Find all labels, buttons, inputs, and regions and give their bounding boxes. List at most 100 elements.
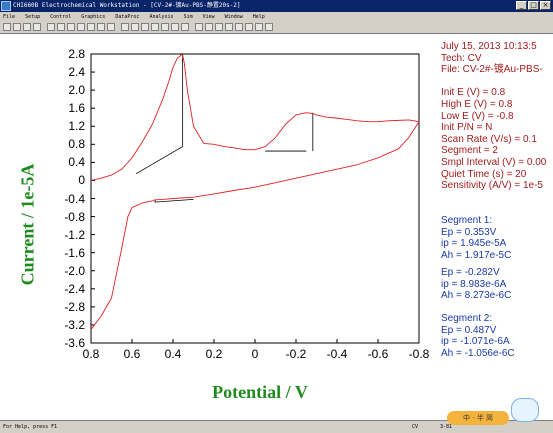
- toolbar: [0, 22, 553, 34]
- toolbar-button-icon[interactable]: [245, 23, 253, 31]
- x-tick-label: -0.8: [408, 347, 430, 361]
- y-tick-label: 1.2: [68, 119, 85, 134]
- peak-baseline: [135, 146, 183, 175]
- experiment-parameter: Low E (V) = -0.8: [441, 110, 514, 122]
- toolbar-button-icon[interactable]: [161, 23, 169, 31]
- y-tick-label: -1.6: [64, 245, 85, 260]
- ime-toolbar[interactable]: 中 · 半 简: [447, 411, 509, 425]
- toolbar-button-icon[interactable]: [235, 23, 243, 31]
- ime-mascot-icon[interactable]: [511, 398, 539, 422]
- toolbar-button-icon[interactable]: [215, 23, 223, 31]
- toolbar-button-icon[interactable]: [57, 23, 65, 31]
- toolbar-button-icon[interactable]: [141, 23, 149, 31]
- y-tick-label: 2.0: [68, 83, 85, 98]
- toolbar-button-icon[interactable]: [87, 23, 95, 31]
- menu-analysis[interactable]: Analysis: [149, 14, 173, 20]
- peak-result: Segment 2:: [441, 313, 493, 324]
- experiment-parameter: Init P/N = N: [441, 122, 493, 134]
- menu-sim[interactable]: Sim: [184, 14, 193, 20]
- x-axis-label: Potential / V: [212, 382, 308, 402]
- y-tick-label: 2.8: [68, 47, 85, 61]
- status-help-text: For Help, press F1: [3, 424, 58, 430]
- x-tick-label: 0.8: [82, 347, 100, 361]
- app-icon: [1, 1, 11, 11]
- peak-result: Ep = 0.353V: [441, 226, 497, 238]
- experiment-parameter: Smpl Interval (V) = 0.00: [441, 157, 547, 168]
- peak-result: ip = 8.983e-6A: [441, 278, 507, 290]
- y-tick-label: -2.8: [64, 299, 85, 314]
- y-tick-label: 1.6: [68, 101, 85, 116]
- minimize-button[interactable]: _: [516, 1, 527, 10]
- x-tick-label: 0.6: [123, 347, 141, 361]
- y-tick-label: 0: [78, 173, 85, 188]
- y-tick-label: 0.8: [68, 137, 85, 152]
- toolbar-button-icon[interactable]: [255, 23, 263, 31]
- y-tick-label: -0.4: [64, 191, 85, 206]
- experiment-parameter: File: CV-2#-镀Au-PBS-: [441, 64, 543, 76]
- toolbar-button-icon[interactable]: [13, 23, 21, 31]
- plot-area: Current / 1e-5A Potential / V 2.8 2.4 2.0 1…: [0, 34, 553, 420]
- toolbar-button-icon[interactable]: [33, 23, 41, 31]
- experiment-parameter: Segment = 2: [441, 145, 498, 157]
- x-tick-label: 0.4: [164, 347, 182, 361]
- toolbar-button-icon[interactable]: [151, 23, 159, 31]
- peak-result: Ep = -0.282V: [441, 267, 500, 278]
- x-tick-label: -0.4: [326, 347, 348, 361]
- toolbar-button-icon[interactable]: [47, 23, 55, 31]
- toolbar-button-icon[interactable]: [171, 23, 179, 31]
- maximize-button[interactable]: □: [528, 1, 539, 10]
- close-button[interactable]: ×: [540, 1, 551, 10]
- toolbar-button-icon[interactable]: [97, 23, 105, 31]
- toolbar-button-icon[interactable]: [107, 23, 115, 31]
- experiment-parameter: Init E (V) = 0.8: [441, 87, 506, 99]
- y-tick-label: -2.0: [64, 263, 85, 278]
- y-tick-label: -0.8: [64, 209, 85, 224]
- menu-file[interactable]: File: [3, 14, 15, 20]
- toolbar-button-icon[interactable]: [265, 23, 273, 31]
- peak-result: Ah = -1.056e-6C: [441, 347, 515, 359]
- toolbar-button-icon[interactable]: [77, 23, 85, 31]
- menu-view[interactable]: View: [203, 14, 215, 20]
- menu-control[interactable]: Control: [50, 14, 71, 20]
- x-tick-label: 0: [251, 347, 259, 361]
- status-technique: CV: [412, 424, 419, 430]
- toolbar-button-icon[interactable]: [195, 23, 203, 31]
- x-tick-label: -0.2: [285, 347, 307, 361]
- y-tick-label: 0.4: [68, 155, 85, 170]
- toolbar-button-icon[interactable]: [205, 23, 213, 31]
- toolbar-button-icon[interactable]: [121, 23, 129, 31]
- peak-result: ip = 1.945e-5A: [441, 238, 507, 250]
- menu-setup[interactable]: Setup: [25, 14, 40, 20]
- menu-window[interactable]: Window: [225, 14, 243, 20]
- toolbar-button-icon[interactable]: [3, 23, 11, 31]
- menu-dataproc[interactable]: DataProc: [115, 14, 139, 20]
- peak-result: Ah = 1.917e-5C: [441, 249, 512, 261]
- cv-curve: [90, 54, 420, 330]
- experiment-parameter: July 15, 2013 10:13:5: [441, 41, 537, 52]
- peak-result: Ah = 8.273e-6C: [441, 290, 512, 302]
- toolbar-button-icon[interactable]: [181, 23, 189, 31]
- experiment-parameter: Sensitivity (A/V) = 1e-5: [441, 180, 543, 192]
- experiment-parameter: Tech: CV: [441, 52, 482, 64]
- y-tick-label: -3.2: [64, 317, 85, 332]
- toolbar-button-icon[interactable]: [23, 23, 31, 31]
- x-tick-label: 0.2: [205, 347, 223, 361]
- title-bar: CHI660B Electrochemical Workstation - [C…: [0, 0, 553, 12]
- experiment-parameter: High E (V) = 0.8: [441, 99, 513, 110]
- toolbar-button-icon[interactable]: [225, 23, 233, 31]
- x-tick-label: -0.6: [367, 347, 389, 361]
- experiment-parameter: Quiet Time (s) = 20: [441, 168, 527, 180]
- peak-result: ip = -1.071e-6A: [441, 336, 510, 348]
- menu-help[interactable]: Help: [253, 14, 265, 20]
- y-tick-label: -2.4: [64, 281, 85, 296]
- toolbar-button-icon[interactable]: [131, 23, 139, 31]
- menu-graphics[interactable]: Graphics: [81, 14, 105, 20]
- plot-frame: [90, 53, 420, 344]
- toolbar-button-icon[interactable]: [67, 23, 75, 31]
- menu-bar: File Setup Control Graphics DataProc Ana…: [0, 12, 553, 22]
- window-title: CHI660B Electrochemical Workstation - [C…: [13, 2, 241, 9]
- y-tick-label: -1.2: [64, 227, 85, 242]
- experiment-parameter: Scan Rate (V/s) = 0.1: [441, 133, 537, 145]
- y-tick-label: 2.4: [68, 65, 85, 80]
- peak-result: Segment 1:: [441, 215, 493, 226]
